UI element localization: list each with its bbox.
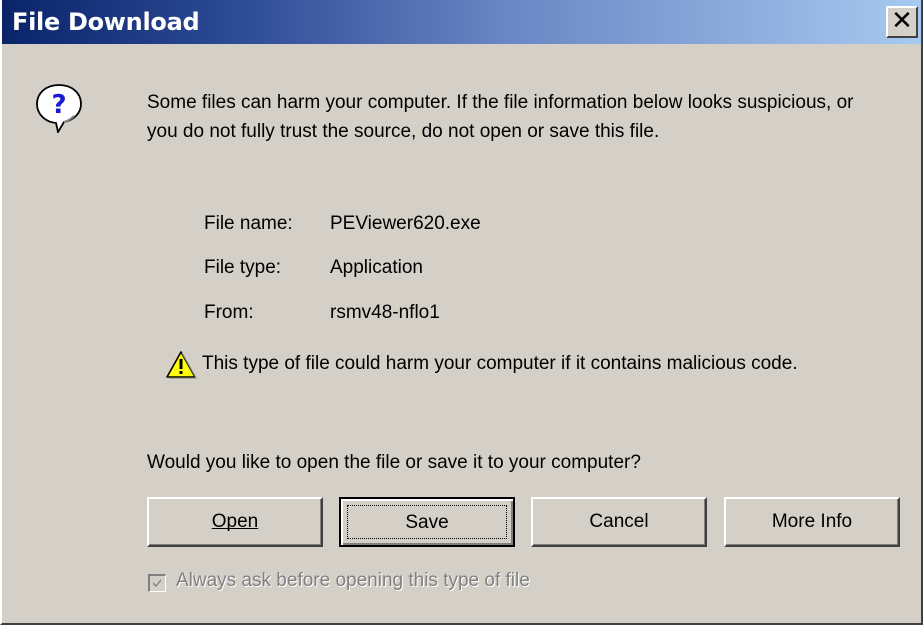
- file-type-label: File type:: [204, 257, 282, 278]
- always-ask-checkbox[interactable]: [148, 574, 166, 592]
- file-name-label: File name:: [204, 213, 293, 234]
- close-button[interactable]: ✕: [886, 6, 918, 38]
- more-info-button[interactable]: More Info: [724, 497, 900, 547]
- save-button-label: Save: [405, 512, 449, 533]
- file-type-value: Application: [330, 257, 423, 278]
- question-bubble-icon: ?: [36, 84, 82, 133]
- svg-text:?: ?: [51, 90, 66, 120]
- from-value: rsmv48-nflo1: [330, 302, 440, 323]
- always-ask-label[interactable]: Always ask before opening this type of f…: [176, 570, 530, 592]
- warning-message: Some files can harm your computer. If th…: [147, 92, 854, 142]
- close-icon: ✕: [891, 6, 913, 36]
- more-info-button-label: More Info: [771, 511, 853, 532]
- file-name-value: PEViewer620.exe: [330, 213, 481, 234]
- open-button-label: Open: [211, 511, 259, 532]
- open-button[interactable]: Open: [147, 497, 323, 547]
- caution-message: This type of file could harm your comput…: [202, 353, 798, 374]
- warning-triangle-icon: [166, 351, 197, 379]
- cancel-button-label: Cancel: [589, 511, 649, 532]
- cancel-button[interactable]: Cancel: [531, 497, 707, 547]
- window-title: File Download: [12, 8, 200, 36]
- save-button[interactable]: Save: [339, 497, 515, 547]
- from-label: From:: [204, 302, 254, 323]
- question-text: Would you like to open the file or save …: [147, 452, 641, 473]
- file-download-dialog: File Download ✕ ? Some files can harm yo…: [0, 0, 923, 625]
- title-bar[interactable]: File Download ✕: [2, 0, 921, 44]
- checkmark-icon: [153, 579, 161, 587]
